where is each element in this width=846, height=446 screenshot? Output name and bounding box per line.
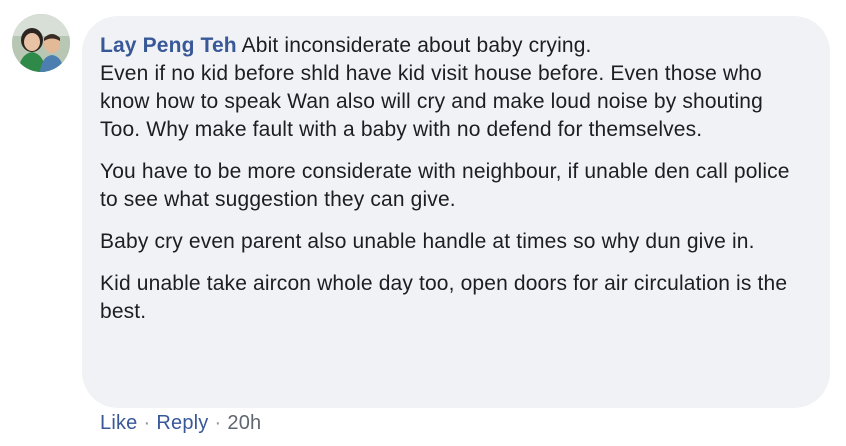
comment-bubble: Lay Peng Teh Abit inconsiderate about ba…: [82, 16, 830, 408]
like-button[interactable]: Like: [100, 412, 138, 434]
comment-paragraph: Lay Peng Teh Abit inconsiderate about ba…: [100, 32, 790, 144]
avatar[interactable]: [12, 14, 70, 72]
avatar-photo: [12, 14, 70, 72]
comment-paragraph: You have to be more considerate with nei…: [100, 160, 790, 211]
comment-paragraph: Kid unable take aircon whole day too, op…: [100, 272, 788, 323]
reply-button[interactable]: Reply: [156, 412, 208, 434]
comment-paragraph: Baby cry even parent also unable handle …: [100, 230, 755, 253]
separator-dot: ·: [143, 412, 151, 434]
comment-actions: Like · Reply · 20h: [100, 408, 261, 438]
comment-timestamp[interactable]: 20h: [227, 412, 261, 434]
separator-dot: ·: [214, 412, 222, 434]
comment-author-link[interactable]: Lay Peng Teh: [100, 34, 237, 57]
